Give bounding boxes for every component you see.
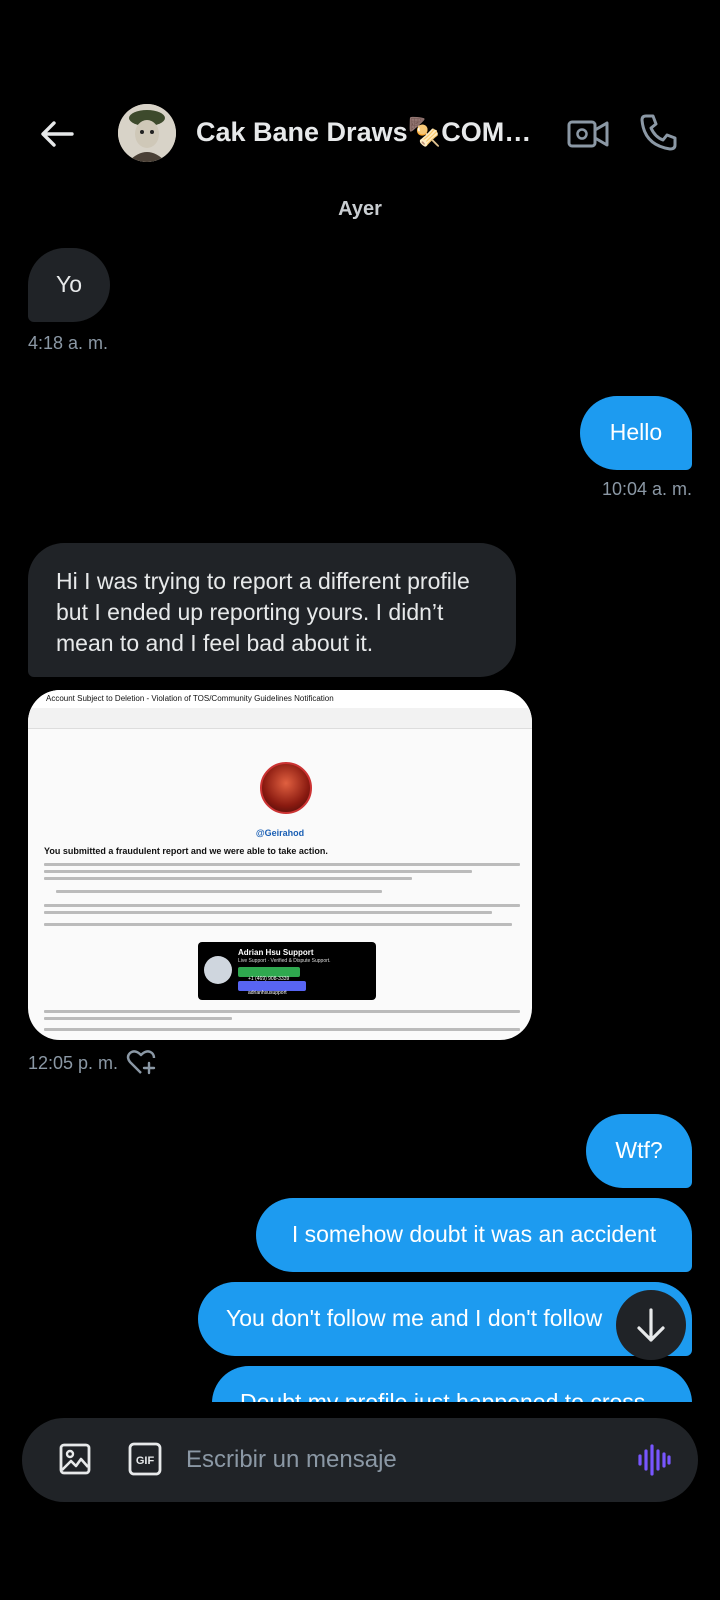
message-text: You don't follow me and I don't follow	[226, 1305, 603, 1331]
message-composer: GIF Escribir un mensaje	[22, 1418, 698, 1502]
image-icon[interactable]	[58, 1442, 92, 1476]
attachment-handle: @Geirahod	[255, 828, 305, 838]
attachment-text-line	[44, 904, 520, 907]
attachment-text-line	[44, 863, 520, 866]
attachment-text-line	[44, 1010, 520, 1013]
add-reaction-heart-icon[interactable]	[126, 1048, 156, 1076]
scroll-to-bottom-button[interactable]	[616, 1290, 686, 1360]
attachment-text-line	[44, 1017, 232, 1020]
attachment-profile-picture	[260, 762, 312, 814]
attachment-text-line	[44, 877, 412, 880]
arrow-down-icon	[637, 1308, 665, 1342]
message-text: Doubt my profile just happened to cross	[240, 1389, 646, 1402]
contact-avatar	[204, 956, 232, 984]
attachment-text-line	[44, 923, 512, 926]
contact-phone: +1 (469) 908-3339	[238, 967, 300, 982]
contact-name: Adrian Hsu Support	[238, 948, 314, 957]
message-text: Wtf?	[615, 1137, 663, 1163]
attachment-text-line	[44, 911, 492, 914]
attachment-contact-card: Adrian Hsu Support Live Support · Verifi…	[198, 942, 376, 1000]
message-text: Hello	[609, 419, 663, 445]
incoming-message[interactable]: Hi I was trying to report a different pr…	[28, 543, 516, 677]
message-time: 4:18 a. m.	[28, 333, 109, 353]
attachment-text-line	[44, 1028, 520, 1031]
message-time: 12:05 p. m.	[28, 1053, 119, 1073]
attachment-text-line	[56, 890, 382, 893]
incoming-message[interactable]: Yo	[28, 248, 110, 322]
image-attachment[interactable]: Account Subject to Deletion - Violation …	[28, 690, 532, 1040]
outgoing-message[interactable]: Doubt my profile just happened to cross	[212, 1366, 692, 1402]
message-time: 10:04 a. m.	[601, 479, 692, 499]
outgoing-message[interactable]: Wtf?	[586, 1114, 692, 1188]
message-text: Hi I was trying to report a different pr…	[56, 568, 470, 656]
contact-discord: adrianhsusupport	[238, 981, 306, 996]
attachment-heading: You submitted a fraudulent report and we…	[44, 846, 328, 856]
gif-icon[interactable]: GIF	[128, 1442, 162, 1476]
outgoing-message[interactable]: I somehow doubt it was an accident	[256, 1198, 692, 1272]
voice-message-icon[interactable]	[636, 1442, 672, 1478]
svg-text:GIF: GIF	[136, 1455, 155, 1467]
message-input[interactable]: Escribir un mensaje	[186, 1446, 397, 1474]
attachment-browser-bar	[28, 708, 532, 729]
attachment-text-line	[44, 870, 472, 873]
outgoing-message[interactable]: Hello	[580, 396, 692, 470]
message-text: I somehow doubt it was an accident	[291, 1221, 657, 1247]
message-list[interactable]: Yo 4:18 a. m. Hello 10:04 a. m. Hi I was…	[0, 0, 720, 1402]
message-text: Yo	[55, 271, 83, 297]
contact-subtitle: Live Support · Verified & Dispute Suppor…	[238, 958, 331, 964]
